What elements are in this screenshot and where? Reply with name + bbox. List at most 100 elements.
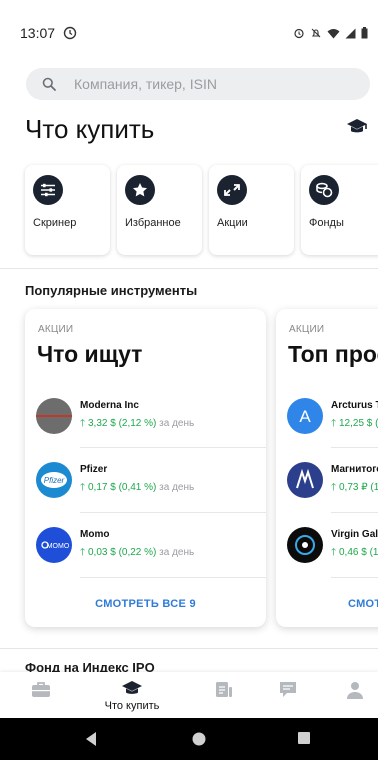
card-title: Топ прос: [288, 341, 378, 367]
change-value: 0,46 $ (1: [338, 547, 378, 558]
momo-logo: MOMO: [36, 527, 72, 563]
card-kicker: АКЦИИ: [289, 324, 325, 335]
change-value: 0,03 $ (0,22 %): [87, 547, 157, 558]
row-divider: [331, 447, 378, 448]
arrow-up-icon: 🡑: [80, 418, 88, 429]
category-funds[interactable]: Фонды: [301, 165, 378, 255]
row-divider: [80, 447, 266, 448]
instrument-change: 🡑 0,46 $ (1: [331, 545, 378, 562]
list-item-pfizer[interactable]: Pfizer Pfizer 🡑 0,17 $ (0,41 %) за день: [25, 462, 266, 522]
section-divider: [0, 268, 378, 269]
muted-bell-icon: [311, 28, 321, 38]
list-item-arcturus[interactable]: A Arcturus T 🡑 12,25 $ (: [276, 398, 378, 458]
virgin-galactic-logo: [287, 527, 323, 563]
section-title-popular: Популярные инструменты: [25, 283, 198, 298]
briefcase-icon: [32, 682, 50, 697]
svg-text:A: A: [299, 407, 311, 426]
arrow-up-icon: 🡑: [80, 482, 88, 493]
category-label: Акции: [217, 217, 248, 229]
magnitogorsk-logo: [287, 462, 323, 498]
status-bar: 13:07: [0, 0, 378, 64]
instrument-name: Momo: [80, 529, 110, 540]
wifi-icon: [327, 28, 340, 38]
arrow-up-icon: 🡑: [80, 547, 88, 558]
category-stocks[interactable]: Акции: [209, 165, 294, 255]
graduation-cap-icon: [122, 681, 142, 694]
change-period: за день: [159, 482, 195, 493]
change-value: 3,32 $ (2,12 %): [87, 418, 157, 429]
search-input[interactable]: [74, 76, 314, 92]
instrument-change: 🡑 0,03 $ (0,22 %) за день: [80, 545, 194, 562]
page-title: Что купить: [25, 114, 155, 144]
arrow-up-icon: 🡑: [331, 482, 339, 493]
category-label: Избранное: [125, 217, 181, 229]
see-all-button[interactable]: СМОТРЕТЬ ВСЕ 9: [25, 598, 266, 610]
nav-chat[interactable]: [255, 672, 321, 718]
arrow-up-icon: 🡑: [331, 418, 339, 429]
category-row: Скринер Избранное Акции Фонды: [25, 165, 378, 255]
list-item-virgin-galactic[interactable]: Virgin Gala 🡑 0,46 $ (1: [276, 527, 378, 587]
nav-portfolio[interactable]: [8, 672, 74, 718]
profile-icon: [347, 682, 363, 699]
pfizer-logo: Pfizer: [36, 462, 72, 498]
chat-icon: [280, 682, 296, 697]
search-bar[interactable]: [26, 68, 370, 100]
star-icon: [125, 175, 155, 205]
bottom-nav: Что купить: [0, 672, 378, 718]
instrument-name: Moderna Inc: [80, 400, 139, 411]
instrument-change: 🡑 0,17 $ (0,41 %) за день: [80, 480, 194, 497]
app-screen: 13:07 Что купить Скринер Избран: [0, 0, 378, 760]
clock-icon: [63, 26, 77, 40]
card-kicker: АКЦИИ: [38, 324, 74, 335]
alarm-icon: [294, 28, 304, 39]
instrument-name: Pfizer: [80, 464, 108, 475]
row-divider: [331, 512, 378, 513]
row-divider: [80, 512, 266, 513]
see-all-button[interactable]: СМОТ: [276, 598, 378, 610]
category-label: Скринер: [33, 217, 77, 229]
arcturus-logo: A: [287, 398, 323, 434]
home-icon[interactable]: [191, 731, 207, 747]
instrument-name: Магнитогс: [331, 464, 378, 475]
row-divider: [331, 577, 378, 578]
nav-feed[interactable]: [191, 672, 257, 718]
status-left: 13:07: [20, 24, 77, 42]
nav-profile[interactable]: [322, 672, 378, 718]
change-value: 12,25 $ (: [338, 418, 378, 429]
category-screener[interactable]: Скринер: [25, 165, 110, 255]
instrument-change: 🡑 3,32 $ (2,12 %) за день: [80, 416, 194, 433]
arrows-icon: [217, 175, 247, 205]
nav-what-to-buy[interactable]: Что купить: [99, 672, 165, 718]
document-icon: [216, 682, 232, 697]
moderna-logo: [36, 398, 72, 434]
system-nav-bar: [0, 718, 378, 760]
svg-text:Pfizer: Pfizer: [44, 476, 65, 485]
category-label: Фонды: [309, 217, 344, 229]
change-period: за день: [159, 547, 195, 558]
svg-text:MOMO: MOMO: [47, 543, 70, 550]
card-top-growth[interactable]: АКЦИИ Топ прос A Arcturus T 🡑 12,25 $ ( …: [276, 309, 378, 627]
nav-label: Что купить: [104, 700, 160, 712]
change-period: за день: [159, 418, 195, 429]
arrow-up-icon: 🡑: [331, 547, 339, 558]
list-item-magnitogorsk[interactable]: Магнитогс 🡑 0,73 ₽ (1: [276, 462, 378, 522]
section-title-ipo-fund: Фонд на Индекс IPO: [25, 660, 155, 672]
battery-icon: [361, 27, 368, 39]
status-time: 13:07: [20, 25, 56, 41]
instrument-name: Arcturus T: [331, 400, 378, 411]
instrument-change: 🡑 0,73 ₽ (1: [331, 480, 378, 497]
coins-icon: [309, 175, 339, 205]
instrument-name: Virgin Gala: [331, 529, 378, 540]
section-divider: [0, 648, 378, 649]
change-value: 0,17 $ (0,41 %): [87, 482, 157, 493]
row-divider: [80, 577, 266, 578]
recents-icon[interactable]: [297, 731, 311, 745]
card-what-searched[interactable]: АКЦИИ Что ищут Moderna Inc 🡑 3,32 $ (2,1…: [25, 309, 266, 627]
list-item-moderna[interactable]: Moderna Inc 🡑 3,32 $ (2,12 %) за день: [25, 398, 266, 458]
graduation-cap-icon[interactable]: [346, 118, 368, 136]
instrument-change: 🡑 12,25 $ (: [331, 416, 378, 433]
status-icons: [293, 24, 368, 42]
category-favorites[interactable]: Избранное: [117, 165, 202, 255]
list-item-momo[interactable]: MOMO Momo 🡑 0,03 $ (0,22 %) за день: [25, 527, 266, 587]
back-icon[interactable]: [84, 731, 98, 747]
